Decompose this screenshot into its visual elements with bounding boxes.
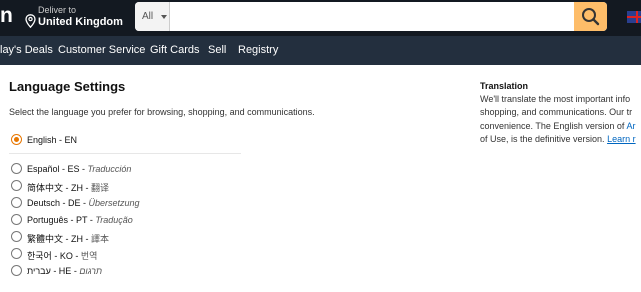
language-option-de[interactable]: Deutsch - DE - Übersetzung xyxy=(27,198,140,208)
conditions-link[interactable]: Ar xyxy=(626,121,635,131)
search-category-dropdown[interactable]: All xyxy=(135,2,170,31)
language-option-zh-hans[interactable]: 简体中文 - ZH - 翻译 xyxy=(27,181,109,194)
language-option-en[interactable]: English - EN xyxy=(27,135,77,145)
language-radio-zh-hant[interactable] xyxy=(11,231,22,242)
learn-more-link[interactable]: Learn r xyxy=(607,134,636,144)
language-option-he[interactable]: עברית - HE - תרגום xyxy=(27,266,102,276)
language-option-ko[interactable]: 한국어 - KO - 번역 xyxy=(27,249,97,262)
nav-gift-cards[interactable]: Gift Cards xyxy=(150,44,200,56)
language-settings-page: Language Settings Select the language yo… xyxy=(0,65,641,292)
deliver-to-label: Deliver to xyxy=(38,5,77,15)
location-pin-icon xyxy=(25,14,36,28)
language-radio-he[interactable] xyxy=(11,265,22,276)
search-input[interactable] xyxy=(171,2,573,31)
page-title: Language Settings xyxy=(9,79,126,94)
search-icon xyxy=(582,8,600,26)
language-radio-es[interactable] xyxy=(11,163,22,174)
uk-flag-icon[interactable] xyxy=(627,11,641,23)
chevron-down-icon xyxy=(161,15,167,19)
nav-registry[interactable]: Registry xyxy=(238,44,278,56)
language-radio-zh-hans[interactable] xyxy=(11,180,22,191)
translation-text-line: We'll translate the most important info xyxy=(480,94,631,104)
nav-customer-service[interactable]: Customer Service xyxy=(58,44,145,56)
language-radio-pt[interactable] xyxy=(11,214,22,225)
language-option-pt[interactable]: Português - PT - Tradução xyxy=(27,215,133,225)
top-navigation-bar: n Deliver to United Kingdom All xyxy=(0,0,641,36)
search-bar: All xyxy=(135,2,607,31)
nav-sell[interactable]: Sell xyxy=(208,44,226,56)
deliver-to-location[interactable]: Deliver to United Kingdom xyxy=(25,4,125,32)
translation-heading: Translation xyxy=(480,81,529,91)
language-radio-ko[interactable] xyxy=(11,248,22,259)
translation-text-line: of Use, is the definitive version. Learn… xyxy=(480,134,636,144)
search-category-label: All xyxy=(142,11,154,22)
amazon-logo[interactable]: n xyxy=(0,4,13,28)
divider xyxy=(9,153,241,154)
language-option-es[interactable]: Español - ES - Traducción xyxy=(27,164,131,174)
language-radio-de[interactable] xyxy=(11,197,22,208)
language-radio-en[interactable] xyxy=(11,134,22,145)
search-button[interactable] xyxy=(574,2,607,31)
translation-text-line: shopping, and communications. Our tr xyxy=(480,107,633,117)
nav-todays-deals[interactable]: lay's Deals xyxy=(0,44,53,56)
language-description: Select the language you prefer for brows… xyxy=(9,107,315,117)
language-option-zh-hant[interactable]: 繁體中文 - ZH - 譯本 xyxy=(27,232,109,245)
translation-text-line: convenience. The English version of Ar xyxy=(480,121,636,131)
deliver-to-country: United Kingdom xyxy=(38,16,123,28)
secondary-navigation-bar: lay's Deals Customer Service Gift Cards … xyxy=(0,36,641,65)
